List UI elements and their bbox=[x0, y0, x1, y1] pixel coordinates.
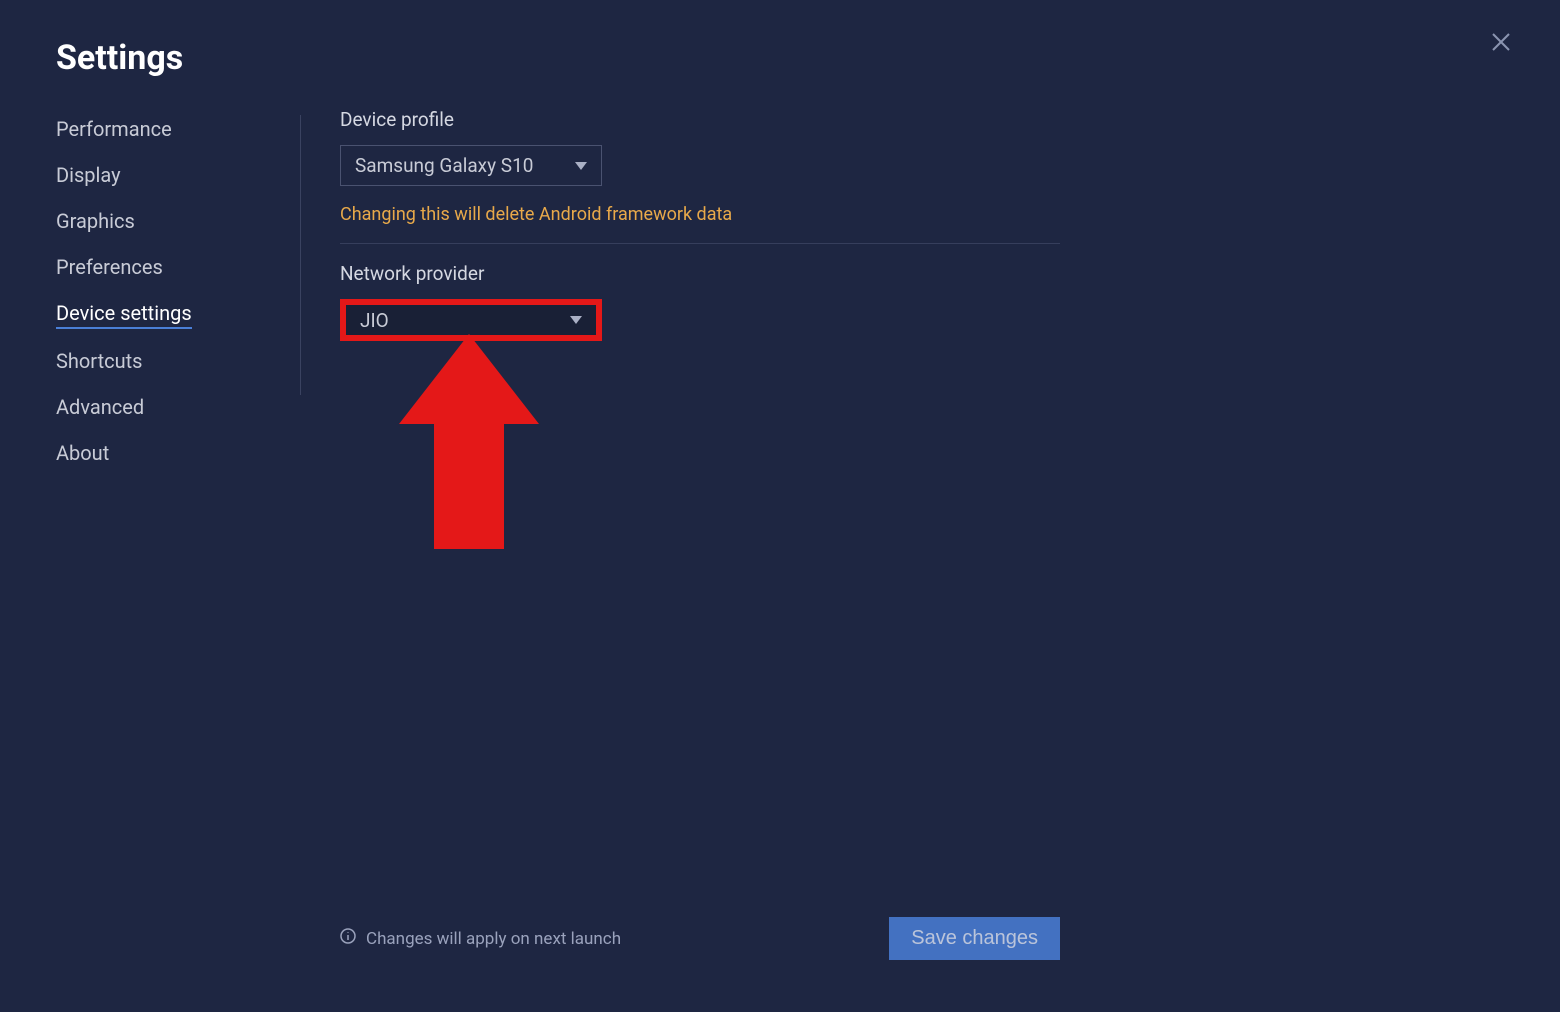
sidebar-item-shortcuts[interactable]: Shortcuts bbox=[56, 347, 296, 375]
device-profile-warning: Changing this will delete Android framew… bbox=[340, 204, 1060, 225]
close-button[interactable] bbox=[1487, 30, 1515, 58]
sidebar-item-preferences[interactable]: Preferences bbox=[56, 253, 296, 281]
sidebar-item-device-settings[interactable]: Device settings bbox=[56, 299, 192, 329]
network-provider-dropdown[interactable]: JIO bbox=[340, 299, 602, 341]
footer-info-text: Changes will apply on next launch bbox=[366, 929, 621, 949]
sidebar-item-performance[interactable]: Performance bbox=[56, 115, 296, 143]
section-divider bbox=[340, 243, 1060, 244]
sidebar-item-display[interactable]: Display bbox=[56, 161, 296, 189]
chevron-down-icon bbox=[575, 154, 587, 177]
footer: Changes will apply on next launch Save c… bbox=[340, 917, 1060, 960]
network-provider-label: Network provider bbox=[340, 262, 1060, 285]
page-title: Settings bbox=[56, 38, 183, 78]
device-profile-label: Device profile bbox=[340, 108, 1060, 131]
annotation-arrow-up-icon bbox=[399, 334, 539, 553]
sidebar: Performance Display Graphics Preferences… bbox=[56, 115, 296, 467]
sidebar-item-advanced[interactable]: Advanced bbox=[56, 393, 296, 421]
device-profile-value: Samsung Galaxy S10 bbox=[355, 154, 533, 177]
device-profile-dropdown[interactable]: Samsung Galaxy S10 bbox=[340, 145, 602, 186]
info-icon bbox=[340, 928, 356, 949]
sidebar-item-about[interactable]: About bbox=[56, 439, 296, 467]
content-panel: Device profile Samsung Galaxy S10 Changi… bbox=[340, 108, 1060, 341]
chevron-down-icon bbox=[570, 311, 582, 330]
sidebar-item-graphics[interactable]: Graphics bbox=[56, 207, 296, 235]
sidebar-divider bbox=[300, 115, 301, 395]
footer-info: Changes will apply on next launch bbox=[340, 928, 621, 949]
save-changes-button[interactable]: Save changes bbox=[889, 917, 1060, 960]
network-provider-value: JIO bbox=[360, 309, 389, 332]
close-icon bbox=[1489, 30, 1513, 58]
